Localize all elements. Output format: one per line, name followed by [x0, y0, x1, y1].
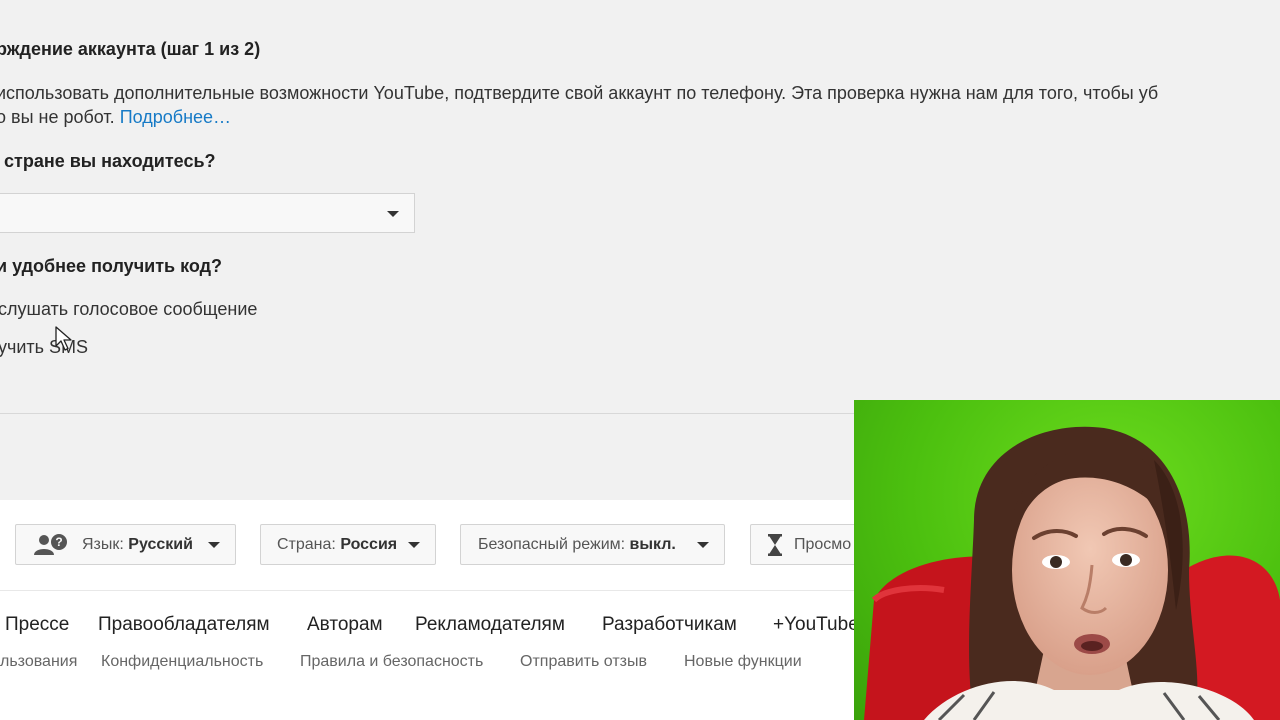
safety-mode-value: выкл.: [629, 536, 676, 553]
webcam-overlay: [854, 400, 1280, 720]
svg-text:?: ?: [55, 535, 62, 549]
presenter-image: [864, 426, 1280, 720]
description-line-1: использовать дополнительные возможности …: [0, 83, 1159, 103]
users-help-icon: ?: [34, 534, 67, 555]
caret-down-icon: [387, 211, 399, 217]
footer-sublink-new-features[interactable]: Новые функции: [684, 653, 802, 671]
history-button[interactable]: Просмо: [750, 524, 870, 565]
footer-link-advertise[interactable]: Рекламодателям: [415, 614, 565, 636]
language-value: Русский: [128, 536, 193, 553]
country-button[interactable]: Страна: Россия: [260, 524, 436, 565]
country-select[interactable]: |: [0, 193, 415, 233]
hourglass-icon: [768, 534, 782, 556]
history-label: Просмо: [794, 536, 852, 553]
verification-description: использовать дополнительные возможности …: [0, 81, 1158, 129]
footer-link-developers[interactable]: Разработчикам: [602, 614, 737, 636]
country-question: стране вы находитесь?: [4, 151, 216, 171]
caret-down-icon: [697, 542, 709, 548]
footer-divider: [0, 590, 854, 591]
more-link[interactable]: Подробнее…: [120, 107, 231, 127]
mouse-pointer-icon: [55, 326, 72, 351]
footer-link-press[interactable]: Прессе: [5, 614, 69, 636]
section-divider: [0, 413, 854, 414]
caret-down-icon: [208, 542, 220, 548]
footer-link-copyright[interactable]: Правообладателям: [98, 614, 270, 636]
voice-option[interactable]: слушать голосовое сообщение: [0, 299, 257, 320]
footer-sublink-privacy[interactable]: Конфиденциальность: [101, 653, 263, 671]
safety-mode-button[interactable]: Безопасный режим: выкл.: [460, 524, 725, 565]
footer-sublink-feedback[interactable]: Отправить отзыв: [520, 653, 647, 671]
footer-link-youtube-plus[interactable]: +YouTube: [773, 614, 859, 636]
method-question: и удобнее получить код?: [0, 256, 223, 276]
country-value: Россия: [340, 536, 398, 553]
verification-title: рждение аккаунта (шаг 1 из 2): [0, 39, 261, 59]
footer-link-creators[interactable]: Авторам: [307, 614, 383, 636]
country-label: Страна: Россия: [277, 536, 398, 553]
caret-down-icon: [408, 542, 420, 548]
footer-sublink-terms[interactable]: льзования: [0, 653, 77, 671]
country-select-value: |: [0, 203, 1, 221]
language-button[interactable]: ? Язык: Русский: [15, 524, 236, 565]
safety-mode-label: Безопасный режим: выкл.: [478, 536, 676, 553]
footer-sublink-policy-safety[interactable]: Правила и безопасность: [300, 653, 483, 671]
description-line-2: о вы не робот.: [0, 107, 115, 127]
language-label: Язык: Русский: [82, 536, 193, 553]
